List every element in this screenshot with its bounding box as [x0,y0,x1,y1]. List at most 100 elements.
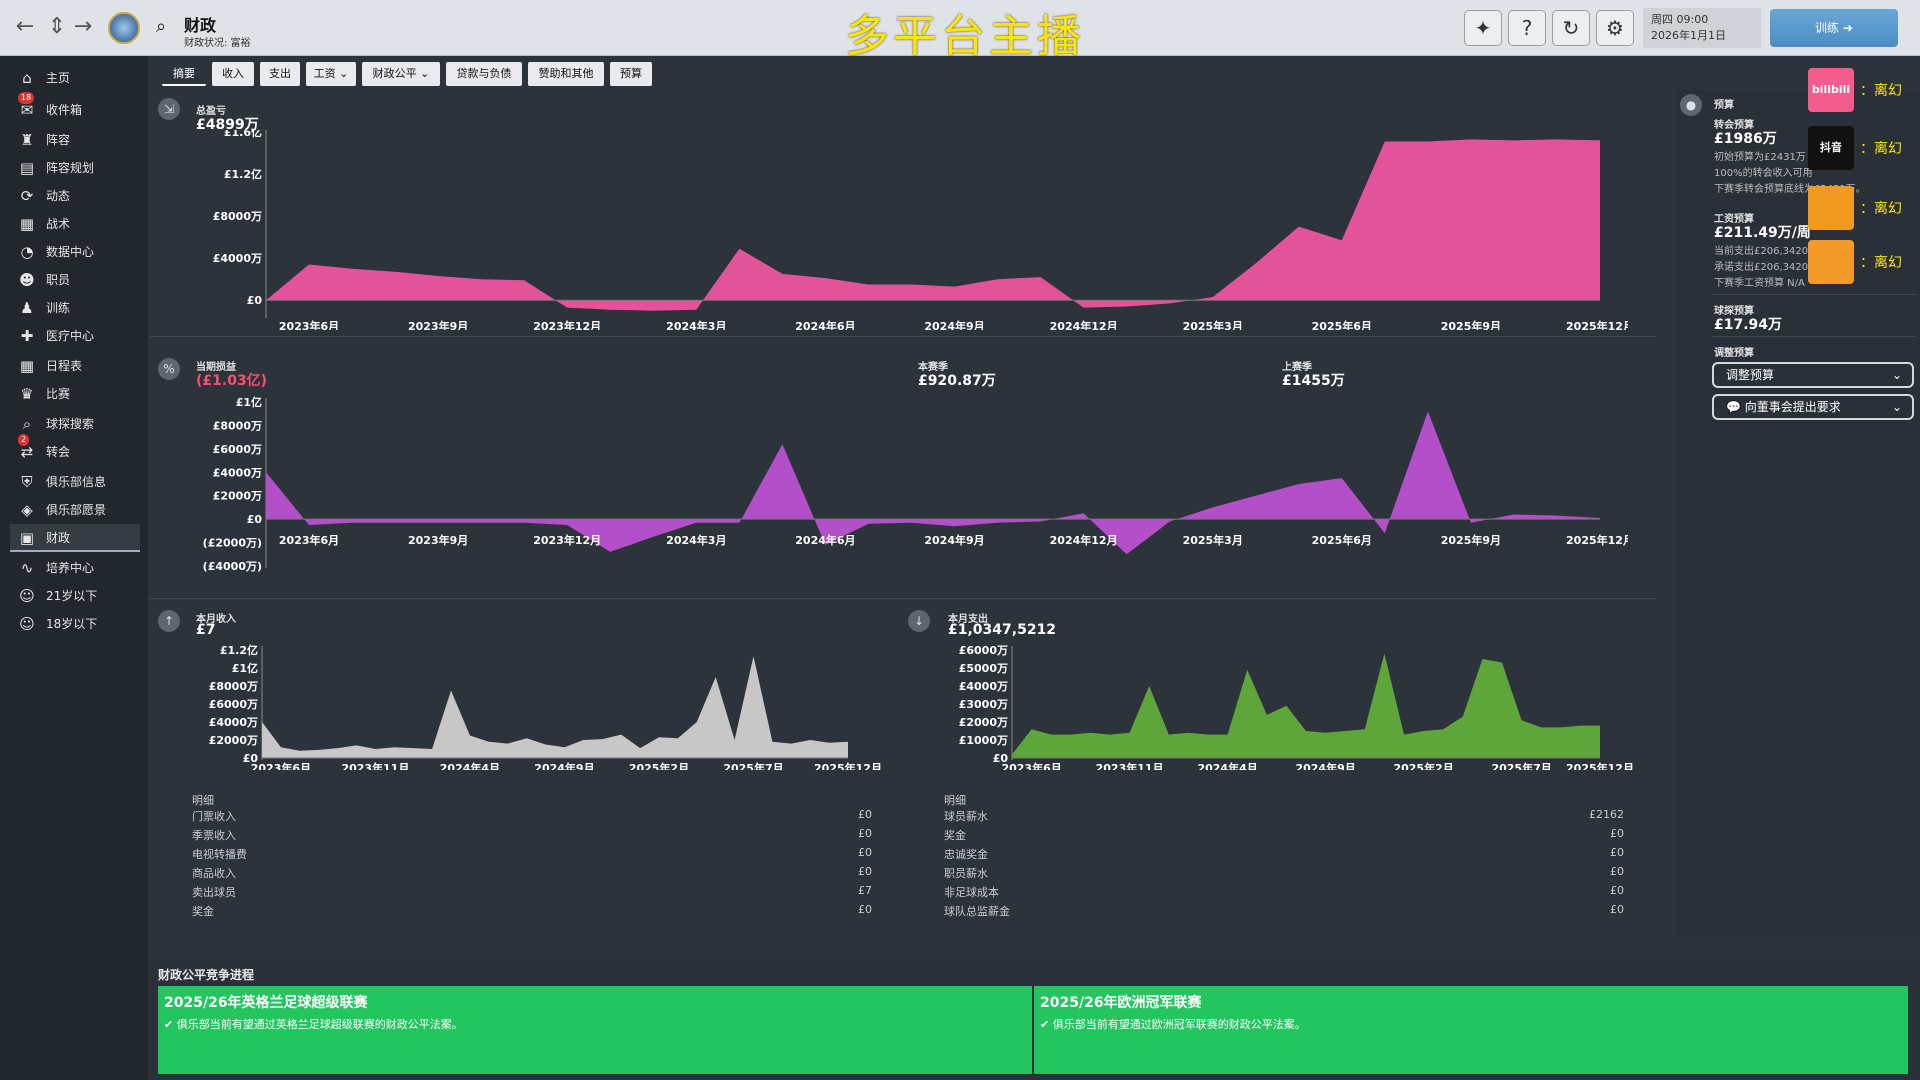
sidebar-item-medical[interactable]: ✚ 医疗中心 [10,322,140,350]
sidebar-item-dynamics[interactable]: ⟳ 动态 [10,182,140,210]
income-value: £7 [196,622,216,638]
forward-icon[interactable]: → [70,14,96,40]
sidebar-item-shield[interactable]: ⛨ 俱乐部信息 [10,468,140,496]
fair-play-desc-text: 俱乐部当前有望通过欧洲冠军联赛的财政公平法案。 [1052,1018,1306,1031]
detail-row[interactable]: 球员薪水 £2162 [944,808,1624,826]
detail-row-value: £0 [1610,827,1624,840]
tab-7[interactable]: 预算 [610,62,652,86]
refresh-icon[interactable]: ↻ [1552,10,1590,46]
detail-row[interactable]: 季票收入 £0 [192,827,872,845]
arrow-down-icon: ↓ [908,610,930,632]
y-tick-label: £2000万 [959,716,1008,729]
sidebar: ⌂ 主页 ✉ 收件箱 18 ♜ 阵容 ▤ 阵容规划 ⟳ 动态 ▦ 战术 ◔ 数据中心 ☻ 职员 ♟ 训练 ✚ 医疗中心 ▦… [0,56,148,1080]
sidebar-item-staff[interactable]: ☻ 职员 [10,266,140,294]
dynamics-icon: ⟳ [20,187,34,205]
sidebar-item-label: 战术 [46,217,71,231]
continue-button[interactable]: 训练 ➔ [1770,9,1898,47]
x-tick-label: 2023年6月 [279,533,339,547]
sidebar-item-training[interactable]: ♟ 训练 [10,294,140,322]
tab-2[interactable]: 支出 [260,62,300,86]
board-request-dropdown[interactable]: 💬 向董事会提出要求 ⌄ [1712,394,1914,420]
adjust-budget-dropdown[interactable]: 调整预算 ⌄ [1712,362,1914,388]
sidebar-item-development[interactable]: ∿ 培养中心 [10,554,140,582]
sidebar-item-data[interactable]: ◔ 数据中心 [10,238,140,266]
detail-row[interactable]: 奖金 £0 [192,903,872,921]
detail-row[interactable]: 商品收入 £0 [192,865,872,883]
fair-play-card-title: 2025/26年欧洲冠军联赛 [1040,995,1202,1011]
profit-value: (£1.03亿) [196,373,268,389]
notification-badge: 18 [18,92,35,104]
y-tick-label: £6000万 [959,644,1008,657]
sidebar-item-trophy[interactable]: ♛ 比赛 [10,380,140,408]
sidebar-item-u21[interactable]: ☺ 21岁以下 [10,582,140,610]
detail-row-value: £0 [1610,884,1624,897]
tab-5[interactable]: 贷款与负债 [446,62,522,86]
sidebar-item-label: 比赛 [46,387,71,401]
fair-play-section: 财政公平竞争进程 2025/26年英格兰足球超级联赛 ✔ 俱乐部当前有望通过英格… [148,960,1920,1080]
sidebar-item-label: 俱乐部信息 [46,475,107,489]
tab-1[interactable]: 收入 [212,62,254,86]
detail-row[interactable]: 奖金 £0 [944,827,1624,845]
sidebar-item-shirt[interactable]: ♜ 阵容 [10,126,140,154]
search-icon[interactable]: ⌕ [156,16,166,37]
expense-detail-header: 明细 [944,794,966,807]
game-date[interactable]: 周四 09:00 2026年1月1日 [1643,8,1761,48]
platform-douyu-logo [1808,240,1854,284]
percent-icon: % [158,358,180,380]
u18-icon: ☺ [19,615,35,633]
sidebar-item-tactics[interactable]: ▦ 战术 [10,210,140,238]
y-tick-label: £8000万 [213,210,262,223]
sidebar-item-home[interactable]: ⌂ 主页 [10,64,140,92]
y-tick-label: £8000万 [213,419,262,432]
sidebar-item-finance[interactable]: ▣ 财政 [10,524,140,552]
tactics-icon: ▦ [19,215,35,233]
detail-row[interactable]: 职员薪水 £0 [944,865,1624,883]
series-area [266,139,1600,311]
sidebar-item-vision[interactable]: ◈ 俱乐部愿景 [10,496,140,524]
x-tick-label: 2025年6月 [1312,319,1372,330]
sidebar-item-label: 俱乐部愿景 [46,503,107,517]
detail-row-value: £0 [1610,865,1624,878]
sidebar-item-label: 训练 [46,301,71,315]
tab-3[interactable]: 工资 ⌄ [306,62,356,86]
detail-row-label: 职员薪水 [944,867,988,880]
sidebar-item-inbox[interactable]: ✉ 收件箱 18 [10,92,140,124]
detail-row[interactable]: 非足球成本 £0 [944,884,1624,902]
platform-huya-logo [1808,186,1854,230]
check-icon: ✔ [164,1018,177,1031]
chevron-down-icon: ⌄ [335,67,349,80]
sidebar-item-transfer[interactable]: ⇄ 转会 2 [10,434,140,466]
tab-label: 财政公平 [372,67,417,80]
gear-icon[interactable]: ⚙ [1596,10,1634,46]
board-dropdown-label: 向董事会提出要求 [1744,400,1841,414]
help-icon[interactable]: ? [1508,10,1546,46]
tab-4[interactable]: 财政公平 ⌄ [362,62,440,86]
detail-row[interactable]: 忠诚奖金 £0 [944,846,1624,864]
back-icon[interactable]: ← [12,14,38,40]
detail-row[interactable]: 电视转播费 £0 [192,846,872,864]
income-chart[interactable]: £0£2000万£4000万£6000万£8000万£1亿£1.2亿2023年6… [148,640,888,770]
club-crest[interactable] [108,12,140,44]
y-tick-label: £3000万 [959,698,1008,711]
x-tick-label: 2023年9月 [408,319,468,330]
bulb-icon[interactable]: ✦ [1464,10,1502,46]
y-tick-label: £1.2亿 [220,643,258,657]
profit-chart[interactable]: £1亿 £8000万 £6000万 £4000万 £2000万 £0 (£2000万) (£4… [148,390,1628,585]
detail-row[interactable]: 门票收入 £0 [192,808,872,826]
sidebar-item-label: 日程表 [46,359,83,373]
sidebar-item-scout[interactable]: ⌕ 球探搜索 [10,410,140,438]
detail-row[interactable]: 卖出球员 £7 [192,884,872,902]
sidebar-item-u18[interactable]: ☺ 18岁以下 [10,610,140,638]
finance-status: 财政状况: 富裕 [184,38,251,49]
y-tick-label: £4000万 [959,680,1008,693]
tab-6[interactable]: 赞助和其他 [528,62,604,86]
detail-row[interactable]: 球队总监薪金 £0 [944,903,1624,921]
sidebar-item-clipboard[interactable]: ▤ 阵容规划 [10,154,140,182]
sidebar-item-calendar[interactable]: ▦ 日程表 [10,352,140,380]
fair-play-card-premier: 2025/26年英格兰足球超级联赛 ✔ 俱乐部当前有望通过英格兰足球超级联赛的财… [158,986,1032,1074]
expense-chart[interactable]: £0£1000万£2000万£3000万£4000万£5000万£6000万20… [898,640,1658,770]
balance-chart[interactable]: £0 £4000万 £8000万 £1.2亿 £1.6亿 2023年6月 2023年9月 20… [148,130,1628,330]
tab-0[interactable]: 摘要 [162,62,206,86]
tab-label: 贷款与负债 [456,67,512,80]
history-icon[interactable]: ⇕ [44,14,70,40]
